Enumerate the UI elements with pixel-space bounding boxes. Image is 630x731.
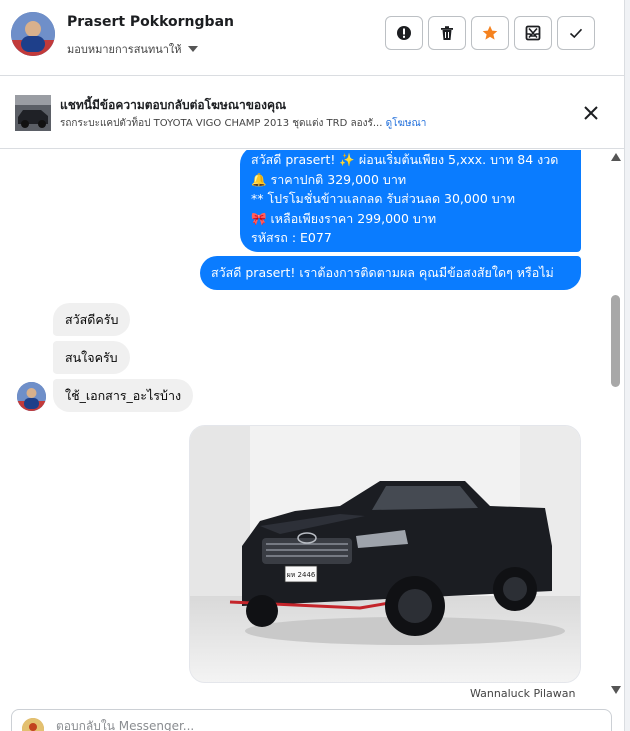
scroll-down-arrow-icon[interactable] [611, 686, 621, 694]
outgoing-message-followup[interactable]: สวัสดี prasert! เราต้องการติดตามผล คุณมี… [200, 256, 581, 290]
delete-button[interactable] [428, 16, 466, 50]
contact-avatar[interactable] [11, 12, 55, 56]
ad-banner-subtitle: รถกระบะแคปตัวท็อป TOYOTA VIGO CHAMP 2013… [60, 116, 426, 131]
star-button[interactable] [471, 16, 509, 50]
conversation-actions [385, 16, 595, 50]
view-ad-link[interactable]: ดูโฆษณา [386, 118, 427, 129]
message-sender-name: Wannaluck Pilawan [470, 687, 576, 700]
alert-icon [397, 26, 411, 40]
reply-input[interactable] [56, 719, 596, 731]
message-thread[interactable]: สวัสดี prasert! ✨ ผ่อนเริ่มต้นเพียง 5,xx… [0, 150, 610, 707]
scrollbar-track[interactable] [608, 150, 624, 695]
page-avatar [22, 718, 44, 731]
conversation-header: Prasert Pokkorngban มอบหมายการสนทนาให้ [0, 0, 624, 76]
close-icon[interactable] [581, 103, 601, 123]
outgoing-message-promo[interactable]: สวัสดี prasert! ✨ ผ่อนเริ่มต้นเพียง 5,xx… [240, 150, 581, 252]
trash-icon [441, 26, 453, 40]
message-line: สวัสดี prasert! ✨ ผ่อนเริ่มต้นเพียง 5,xx… [251, 152, 559, 167]
chevron-down-icon [187, 46, 198, 52]
scroll-up-arrow-icon[interactable] [611, 153, 621, 161]
incoming-message[interactable]: สวัสดีครับ [53, 303, 131, 336]
license-plate-text: ผห 2446 [287, 571, 316, 579]
message-composer[interactable] [11, 709, 612, 731]
message-line: 🎀 เหลือเพียงราคา 299,000 บาท [251, 210, 437, 226]
star-icon [482, 25, 498, 40]
incoming-message[interactable]: ใช้_เอกสาร_อะไรบ้าง [53, 379, 194, 412]
message-line: รหัสรถ : E077 [251, 230, 332, 245]
mark-done-button[interactable] [557, 16, 595, 50]
customer-avatar[interactable] [17, 382, 46, 411]
contact-name[interactable]: Prasert Pokkorngban [67, 14, 234, 30]
message-line: ** โปรโมชั่นข้าวแลกลด รับส่วนลด 30,000 บ… [251, 191, 515, 206]
ad-caption: รถกระบะแคปตัวท็อป TOYOTA VIGO CHAMP 2013… [60, 118, 383, 129]
ad-reply-banner: แชทนี้มีข้อความตอบกลับต่อโฆษณาของคุณ รถก… [0, 77, 624, 149]
message-line: 🔔 ราคาปกติ 329,000 บาท [251, 171, 407, 187]
ad-thumbnail[interactable] [15, 95, 51, 131]
car-photo-attachment[interactable]: ผห 2446 [189, 425, 581, 683]
move-to-spam-button[interactable] [514, 16, 552, 50]
spam-icon [525, 25, 541, 41]
incoming-message[interactable]: สนใจครับ [53, 341, 130, 374]
mark-important-button[interactable] [385, 16, 423, 50]
ad-banner-title: แชทนี้มีข้อความตอบกลับต่อโฆษณาของคุณ [60, 98, 287, 112]
scrollbar-thumb[interactable] [611, 295, 620, 387]
check-icon [569, 28, 583, 39]
assign-conversation-dropdown[interactable]: มอบหมายการสนทนาให้ [67, 40, 198, 58]
assign-label: มอบหมายการสนทนาให้ [67, 43, 182, 56]
panel-edge [624, 0, 630, 731]
